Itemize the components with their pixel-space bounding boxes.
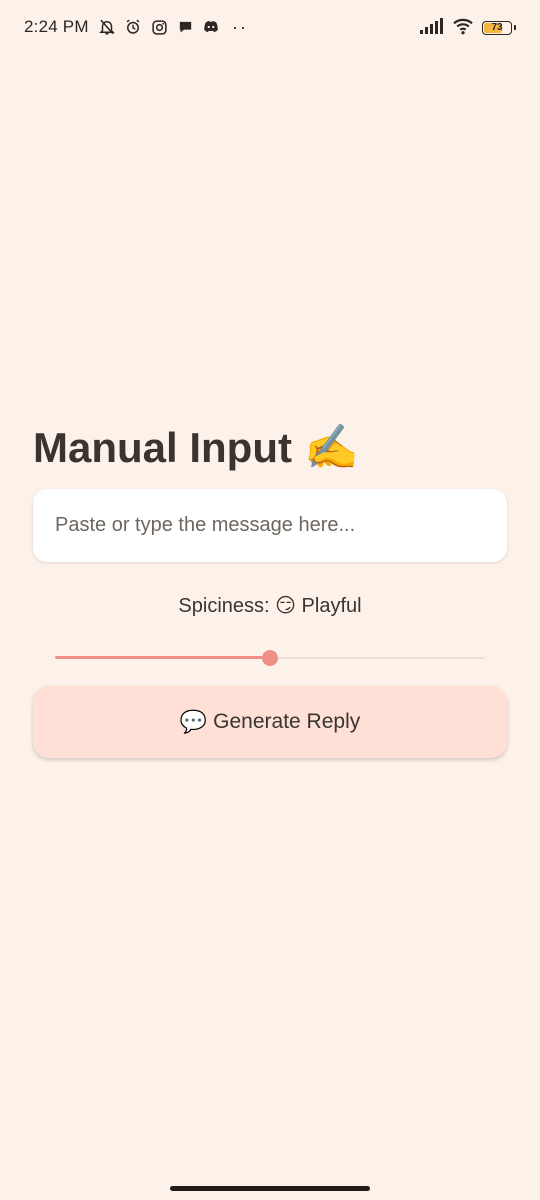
chat-bubble-icon (176, 18, 194, 36)
page-title: Manual Input ✍️ (33, 424, 359, 472)
battery-icon: 73 (482, 21, 516, 35)
wifi-icon (452, 17, 474, 40)
speech-bubble-icon: 💬 (179, 709, 208, 734)
slider-thumb[interactable] (262, 650, 278, 666)
slider-active-track (55, 656, 270, 659)
bell-off-icon (98, 18, 116, 36)
alarm-icon (124, 18, 142, 36)
generate-reply-button[interactable]: 💬 Generate Reply (33, 686, 507, 758)
status-bar: 2:24 PM ·· 73 (0, 0, 540, 56)
more-notifications-indicator: ·· (232, 17, 248, 37)
writing-hand-icon: ✍️ (303, 423, 359, 472)
battery-percent: 73 (491, 22, 503, 33)
notification-icons: ·· (98, 16, 248, 38)
page-title-text: Manual Input (33, 424, 292, 471)
spiciness-label: Spiciness: 😏 Playful (178, 595, 362, 617)
generate-reply-label: Generate Reply (213, 710, 361, 733)
message-input[interactable] (33, 489, 507, 562)
signal-icon (420, 17, 444, 39)
system-icons: 73 (420, 17, 516, 40)
spiciness-slider[interactable] (55, 647, 485, 669)
instagram-icon (150, 18, 168, 36)
discord-icon (202, 18, 220, 36)
home-indicator[interactable] (170, 1186, 370, 1191)
status-time: 2:24 PM (24, 17, 89, 36)
